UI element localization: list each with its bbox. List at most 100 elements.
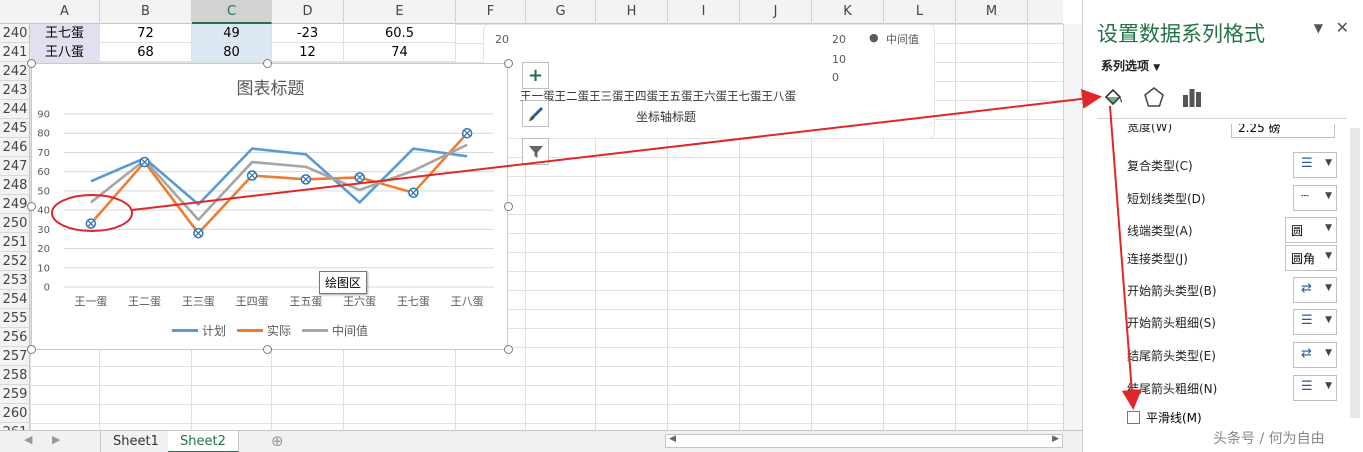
column-header-b[interactable]: B xyxy=(100,0,192,24)
option-dropdown[interactable]: ⇄ ▼ xyxy=(1293,277,1337,303)
option-label: 线端类型(A) xyxy=(1127,224,1193,238)
column-header-g[interactable]: G xyxy=(526,0,596,24)
row-header-242[interactable]: 242 xyxy=(0,62,29,81)
row-header-248[interactable]: 248 xyxy=(0,176,29,195)
row-header-247[interactable]: 247 xyxy=(0,157,29,176)
row-header-251[interactable]: 251 xyxy=(0,233,29,252)
checkbox-box[interactable] xyxy=(1127,411,1140,424)
column-header-k[interactable]: K xyxy=(812,0,884,24)
line-chart[interactable]: 图表标题 0 10 20 30 40 50 60 70 80 90 王一蛋 王二蛋 王三蛋 王四蛋 王五蛋王… xyxy=(31,63,508,350)
column-header-m[interactable]: M xyxy=(956,0,1028,24)
column-header-c[interactable]: C xyxy=(192,0,272,24)
chart-resize-handle-tr[interactable] xyxy=(504,59,513,68)
legend-label-median: 中间值 xyxy=(332,324,369,338)
series-options-menu[interactable]: 系列选项 ▼ xyxy=(1101,57,1160,74)
option-dropdown[interactable]: ⇄ ▼ xyxy=(1293,342,1337,368)
column-header-f[interactable]: F xyxy=(456,0,526,24)
column-header-h[interactable]: H xyxy=(596,0,668,24)
chart-resize-handle-bl[interactable] xyxy=(27,345,36,354)
tab-sheet1[interactable]: Sheet1 xyxy=(100,431,172,452)
fill-line-tab[interactable] xyxy=(1101,84,1127,110)
table-cell[interactable]: 王八蛋 xyxy=(30,43,100,62)
row-header-255[interactable]: 255 xyxy=(0,309,29,328)
row-header-259[interactable]: 259 xyxy=(0,385,29,404)
pane-title: 设置数据系列格式 xyxy=(1097,22,1265,46)
table-cell[interactable]: 60.5 xyxy=(344,24,456,43)
add-sheet-icon[interactable]: ⊕ xyxy=(271,432,284,450)
row-header-257[interactable]: 257 xyxy=(0,347,29,366)
scroll-right-icon[interactable]: ▶ xyxy=(1052,434,1059,444)
column-header-l[interactable]: L xyxy=(884,0,956,24)
series-line-1[interactable] xyxy=(89,132,469,235)
row-header-240[interactable]: 240 xyxy=(0,24,29,43)
table-cell[interactable]: 49 xyxy=(192,24,272,43)
column-header-e[interactable]: E xyxy=(344,0,456,24)
option-label: 短划线类型(D) xyxy=(1127,192,1206,206)
table-cell[interactable]: 72 xyxy=(100,24,192,43)
row-header-241[interactable]: 241 xyxy=(0,43,29,62)
row-header-245[interactable]: 245 xyxy=(0,119,29,138)
chevron-down-icon: ▼ xyxy=(1325,348,1332,358)
series-options-tab[interactable] xyxy=(1179,84,1205,110)
pane-options-dropdown-icon[interactable]: ▼ xyxy=(1314,21,1323,35)
row-header-250[interactable]: 250 xyxy=(0,214,29,233)
legend-item-actual[interactable]: 实际 xyxy=(237,322,291,339)
pane-scrollbar[interactable] xyxy=(1350,128,1360,418)
vertical-scrollbar[interactable] xyxy=(1063,24,1082,430)
legend-item-median[interactable]: 中间值 xyxy=(302,322,368,339)
tab-sheet2[interactable]: Sheet2 xyxy=(168,431,239,452)
chart-resize-handle-r[interactable] xyxy=(504,202,513,211)
chart-resize-handle-l[interactable] xyxy=(27,202,36,211)
row-header-243[interactable]: 243 xyxy=(0,81,29,100)
series-line-2[interactable] xyxy=(90,143,468,222)
row-header-253[interactable]: 253 xyxy=(0,271,29,290)
horizontal-scrollbar[interactable]: ◀ ▶ xyxy=(665,434,1063,448)
row-header-258[interactable]: 258 xyxy=(0,366,29,385)
y-tick-label: 20 xyxy=(37,244,50,255)
chart-resize-handle-tl[interactable] xyxy=(27,59,36,68)
option-label: 开始箭头粗细(S) xyxy=(1127,316,1216,330)
option-dropdown[interactable]: ┄ ▼ xyxy=(1293,185,1337,211)
option-dropdown[interactable]: ☰ ▼ xyxy=(1293,152,1337,178)
chart-elements-button[interactable]: + xyxy=(522,62,549,89)
legend-item-plan[interactable]: 计划 xyxy=(172,322,226,339)
chart-resize-handle-t[interactable] xyxy=(263,59,272,68)
row-header-260[interactable]: 260 xyxy=(0,404,29,423)
column-header-d[interactable]: D xyxy=(272,0,344,24)
column-header-j[interactable]: J xyxy=(740,0,812,24)
scroll-left-icon[interactable]: ◀ xyxy=(669,434,676,444)
row-header-249[interactable]: 249 xyxy=(0,195,29,214)
chart-resize-handle-b[interactable] xyxy=(263,345,272,354)
row-header-252[interactable]: 252 xyxy=(0,252,29,271)
smooth-line-checkbox[interactable]: 平滑线(M) xyxy=(1127,409,1202,426)
table-cell[interactable]: 80 xyxy=(192,43,272,62)
row-header-256[interactable]: 256 xyxy=(0,328,29,347)
chart-filters-button[interactable] xyxy=(522,138,549,165)
chart-resize-handle-br[interactable] xyxy=(504,345,513,354)
effects-tab[interactable] xyxy=(1141,84,1167,110)
legend-swatch-actual xyxy=(237,329,263,332)
column-header-i[interactable]: I xyxy=(668,0,740,24)
next-sheet-icon[interactable]: ▶ xyxy=(52,433,60,446)
row-header-261[interactable]: 261 xyxy=(0,423,29,430)
width-spinner[interactable]: 2.25 磅 xyxy=(1231,124,1335,138)
column-header-a[interactable]: A xyxy=(30,0,100,24)
table-cell[interactable]: 68 xyxy=(100,43,192,62)
option-row: 线端类型(A) 圆 ▼ xyxy=(1127,217,1337,243)
row-header-254[interactable]: 254 xyxy=(0,290,29,309)
chart-plot-svg[interactable]: 0 10 20 30 40 50 60 70 80 90 王一蛋 王二蛋 王三蛋 王四蛋 王五蛋 王六蛋 王七蛋… xyxy=(32,64,509,351)
table-cell[interactable]: 12 xyxy=(272,43,344,62)
row-header-244[interactable]: 244 xyxy=(0,100,29,119)
row-header-246[interactable]: 246 xyxy=(0,138,29,157)
chart-styles-button[interactable] xyxy=(522,100,549,127)
prev-sheet-icon[interactable]: ◀ xyxy=(24,433,32,446)
option-dropdown[interactable]: ☰ ▼ xyxy=(1293,375,1337,401)
option-dropdown[interactable]: 圆角 ▼ xyxy=(1285,245,1337,271)
table-cell[interactable]: 74 xyxy=(344,43,456,62)
option-dropdown[interactable]: 圆 ▼ xyxy=(1285,217,1337,243)
table-cell[interactable]: 王七蛋 xyxy=(30,24,100,43)
table-cell[interactable]: -23 xyxy=(272,24,344,43)
close-icon[interactable]: ✕ xyxy=(1336,18,1349,37)
option-dropdown[interactable]: ☰ ▼ xyxy=(1293,309,1337,335)
option-value: 圆角 xyxy=(1291,252,1316,266)
